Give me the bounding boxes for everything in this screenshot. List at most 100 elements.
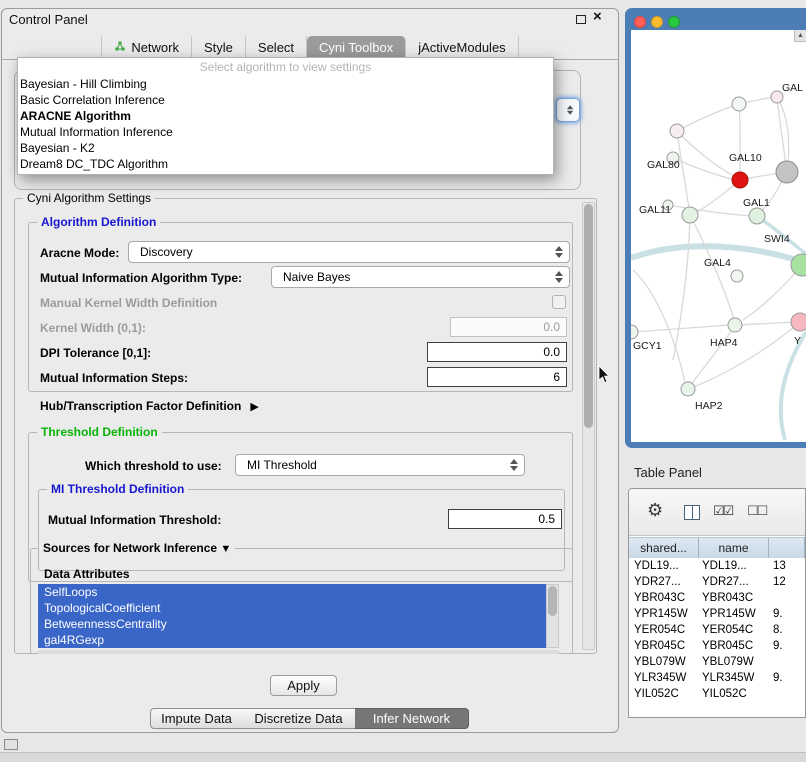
- algorithm-popup-placeholder: Select algorithm to view settings: [18, 58, 553, 76]
- gear-icon[interactable]: ⚙: [647, 500, 663, 521]
- algorithm-option[interactable]: Mutual Information Inference: [18, 124, 553, 140]
- desktop: Control Panel × Network Style Select Cyn…: [0, 0, 806, 762]
- tab-style[interactable]: Style: [192, 36, 246, 59]
- column-header-shared-name[interactable]: shared...: [629, 537, 699, 558]
- algorithm-option[interactable]: Dream8 DC_TDC Algorithm: [18, 156, 553, 172]
- attributes-hscrollbar[interactable]: [38, 650, 559, 654]
- mi-type-select[interactable]: Naive Bayes: [271, 266, 570, 288]
- network-node-pink[interactable]: [791, 313, 806, 331]
- network-node-red[interactable]: [732, 172, 748, 188]
- group-title: MI Threshold Definition: [47, 482, 188, 497]
- tab-impute-data[interactable]: Impute Data: [150, 708, 243, 729]
- table-cell: YDR27...: [629, 574, 699, 590]
- network-node-gray[interactable]: [776, 161, 798, 183]
- table-row[interactable]: YDR27...YDR27...12: [629, 574, 805, 590]
- manual-kernel-checkbox[interactable]: [552, 295, 566, 309]
- close-icon[interactable]: ×: [593, 8, 602, 25]
- tab-select[interactable]: Select: [246, 36, 307, 59]
- select-all-icon[interactable]: ☑☑: [713, 503, 732, 519]
- algorithm-option[interactable]: ARACNE Algorithm: [18, 108, 553, 124]
- tab-discretize-data[interactable]: Discretize Data: [242, 708, 356, 729]
- chevron-updown-icon: [510, 459, 519, 471]
- expand-right-icon: ▶: [250, 400, 258, 413]
- table-cell: 9.: [769, 606, 805, 622]
- column-header-name[interactable]: name: [699, 537, 769, 558]
- node-label: GAL11: [639, 204, 671, 216]
- which-threshold-select[interactable]: MI Threshold: [235, 454, 525, 476]
- panel-icon[interactable]: [4, 739, 18, 750]
- algorithm-selector-spinner[interactable]: [556, 98, 580, 122]
- dpi-tolerance-field[interactable]: 0.0: [427, 342, 567, 362]
- network-node[interactable]: [670, 124, 684, 138]
- aracne-mode-select[interactable]: Discovery: [128, 241, 570, 263]
- table-cell: [769, 590, 805, 606]
- scrollbar-thumb[interactable]: [584, 204, 593, 428]
- table-row[interactable]: YIL052CYIL052C: [629, 686, 805, 702]
- network-node[interactable]: [731, 270, 743, 282]
- data-attribute-item[interactable]: gal4RGexp: [38, 632, 546, 648]
- tab-cyni-toolbox[interactable]: Cyni Toolbox: [307, 36, 406, 59]
- hub-section-label: Hub/Transcription Factor Definition: [40, 399, 241, 413]
- collapse-down-icon: ▼: [220, 543, 231, 555]
- sources-title: Sources for Network Inference: [43, 541, 217, 555]
- network-canvas[interactable]: GAL GAL80 GAL10 GAL11 GAL1 SWI4 GAL4 GCY…: [631, 30, 806, 442]
- network-node[interactable]: [682, 207, 698, 223]
- zoom-traffic-light[interactable]: [668, 16, 680, 28]
- data-attribute-item[interactable]: SelfLoops: [38, 584, 546, 600]
- algorithm-option[interactable]: Basic Correlation Inference: [18, 92, 553, 108]
- close-traffic-light[interactable]: [634, 16, 646, 28]
- table-row[interactable]: YDL19...YDL19...13: [629, 558, 805, 574]
- table-row[interactable]: YBR045CYBR045C9.: [629, 638, 805, 654]
- minimize-traffic-light[interactable]: [651, 16, 663, 28]
- table-cell: YPR145W: [629, 606, 699, 622]
- float-window-icon[interactable]: [576, 15, 586, 24]
- select-value: MI Threshold: [247, 456, 317, 475]
- scrollbar-thumb[interactable]: [548, 586, 557, 616]
- table-cell: YIL052C: [699, 686, 769, 702]
- sources-group-header[interactable]: Sources for Network Inference ▼: [39, 541, 235, 557]
- data-attribute-item[interactable]: BetweennessCentrality: [38, 616, 546, 632]
- settings-scrollbar[interactable]: [582, 202, 595, 650]
- network-node[interactable]: [681, 382, 695, 396]
- network-node[interactable]: [732, 97, 746, 111]
- select-value: Discovery: [140, 243, 193, 262]
- tab-infer-network[interactable]: Infer Network: [355, 708, 469, 729]
- chevron-updown-icon: [555, 271, 564, 283]
- network-node[interactable]: [728, 318, 742, 332]
- column-header-clipped[interactable]: [769, 537, 805, 558]
- data-attribute-item[interactable]: TopologicalCoefficient: [38, 600, 546, 616]
- attributes-scrollbar[interactable]: [546, 584, 559, 648]
- algorithm-option[interactable]: Bayesian - Hill Climbing: [18, 76, 553, 92]
- table-cell: YDR27...: [699, 574, 769, 590]
- dpi-tolerance-label: DPI Tolerance [0,1]:: [40, 346, 151, 360]
- columns-icon[interactable]: [684, 505, 700, 520]
- mi-threshold-field[interactable]: 0.5: [448, 509, 562, 529]
- network-graph[interactable]: GAL GAL80 GAL10 GAL11 GAL1 SWI4 GAL4 GCY…: [631, 30, 806, 442]
- network-node[interactable]: [749, 208, 765, 224]
- tab-network[interactable]: Network: [101, 36, 192, 59]
- table-cell: YER054C: [699, 622, 769, 638]
- table-row[interactable]: YBL079WYBL079W: [629, 654, 805, 670]
- table-row[interactable]: YLR345WYLR345W9.: [629, 670, 805, 686]
- apply-button[interactable]: Apply: [270, 675, 337, 696]
- node-label: GCY1: [633, 340, 662, 352]
- chevron-updown-icon: [555, 246, 564, 258]
- mi-steps-field[interactable]: 6: [427, 367, 567, 387]
- table-cell: YLR345W: [629, 670, 699, 686]
- tab-jactivemodules[interactable]: jActiveModules: [406, 36, 518, 59]
- data-attributes-list[interactable]: SelfLoopsTopologicalCoefficientBetweenne…: [38, 584, 546, 648]
- clear-selection-icon[interactable]: ☐☐: [747, 503, 766, 519]
- table-row[interactable]: YPR145WYPR145W9.: [629, 606, 805, 622]
- table-cell: YBL079W: [699, 654, 769, 670]
- network-view-window: GAL GAL80 GAL10 GAL11 GAL1 SWI4 GAL4 GCY…: [625, 8, 806, 448]
- which-threshold-label: Which threshold to use:: [85, 459, 222, 473]
- algorithm-option[interactable]: Bayesian - K2: [18, 140, 553, 156]
- kernel-width-field[interactable]: 0.0: [450, 317, 567, 337]
- hub-section-header[interactable]: Hub/Transcription Factor Definition ▶: [40, 399, 259, 413]
- table-cell: 9.: [769, 638, 805, 654]
- canvas-scroll-up-arrow[interactable]: ▲: [794, 30, 806, 42]
- control-panel-title: Control Panel: [9, 12, 88, 27]
- table-row[interactable]: YBR043CYBR043C: [629, 590, 805, 606]
- network-node[interactable]: [631, 325, 638, 339]
- table-row[interactable]: YER054CYER054C8.: [629, 622, 805, 638]
